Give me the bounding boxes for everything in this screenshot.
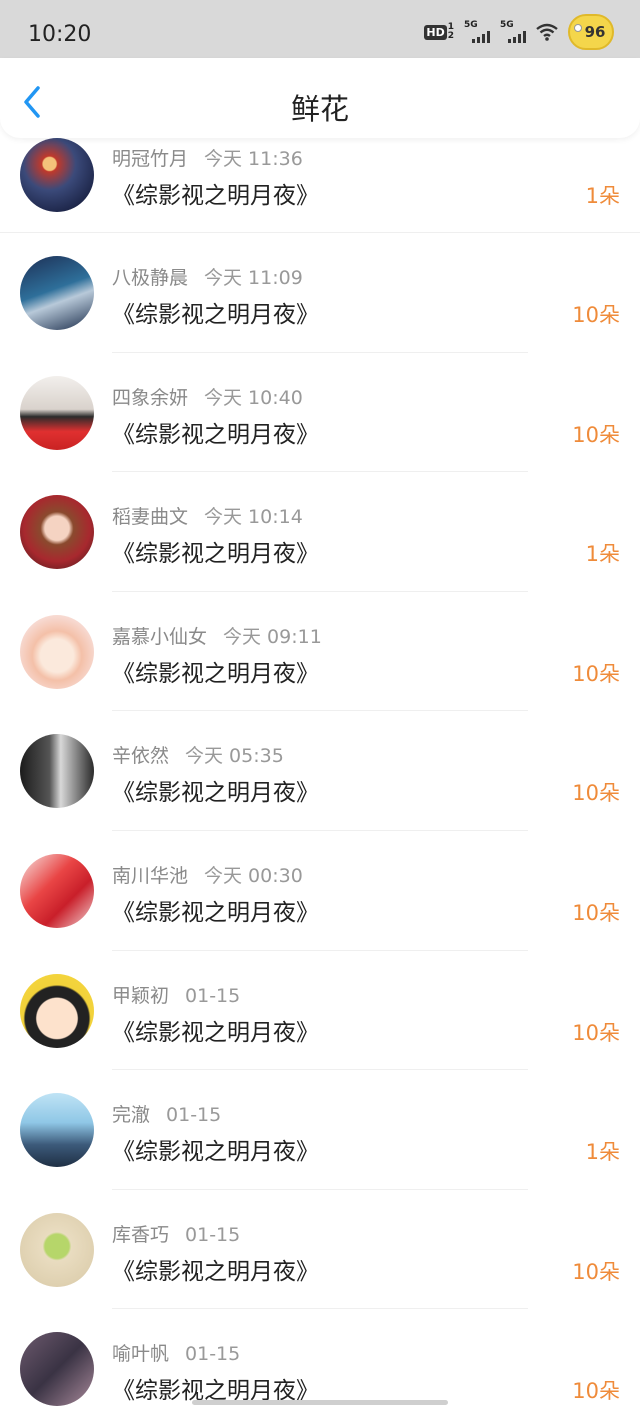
username: 四象余妍 <box>112 386 189 409</box>
signal-label-2: 5G <box>500 20 514 30</box>
username: 辛依然 <box>112 745 170 768</box>
hd-label: HD <box>424 24 447 40</box>
avatar[interactable] <box>20 853 94 928</box>
item-meta: 完澈 01-15 <box>112 1100 221 1127</box>
timestamp: 今天 10:40 <box>204 386 303 409</box>
hd-sub-bottom: 2 <box>447 31 454 41</box>
username: 南川华池 <box>112 864 189 887</box>
list-item[interactable]: 库香巧 01-15 《综影视之明月夜》 10朵 <box>0 1190 640 1310</box>
flower-count: 1朵 <box>585 1140 620 1165</box>
timestamp: 今天 00:30 <box>204 864 303 887</box>
timestamp: 今天 05:35 <box>185 745 284 768</box>
signal-icon-2: 5G <box>500 21 526 43</box>
wifi-icon <box>536 23 558 41</box>
item-meta: 稻妻曲文 今天 10:14 <box>112 502 303 529</box>
flower-count: 1朵 <box>585 184 620 208</box>
avatar[interactable] <box>20 1332 94 1407</box>
item-meta: 四象余妍 今天 10:40 <box>112 383 303 410</box>
username: 嘉慕小仙女 <box>112 625 208 648</box>
list-item[interactable]: 八极静晨 今天 11:09 《综影视之明月夜》 10朵 <box>0 233 640 353</box>
book-title: 《综影视之明月夜》 <box>112 1258 319 1285</box>
list-item[interactable]: 喻叶帆 01-15 《综影视之明月夜》 10朵 <box>0 1309 640 1408</box>
avatar[interactable] <box>20 973 94 1048</box>
signal-icon-1: 5G <box>464 21 490 43</box>
item-meta: 嘉慕小仙女 今天 09:11 <box>112 622 322 649</box>
home-indicator[interactable] <box>192 1400 448 1405</box>
book-title: 《综影视之明月夜》 <box>112 1139 319 1166</box>
item-meta: 南川华池 今天 00:30 <box>112 861 303 888</box>
book-title: 《综影视之明月夜》 <box>112 302 319 328</box>
item-meta: 八极静晨 今天 11:09 <box>112 263 303 290</box>
timestamp: 01-15 <box>185 1343 241 1366</box>
username: 库香巧 <box>112 1223 170 1246</box>
nav-bar: 鲜花 <box>0 58 640 138</box>
list-item[interactable]: 南川华池 今天 00:30 《综影视之明月夜》 10朵 <box>0 831 640 951</box>
flower-count: 10朵 <box>572 781 620 806</box>
timestamp: 01-15 <box>185 1223 241 1246</box>
item-meta: 辛依然 今天 05:35 <box>112 741 284 768</box>
item-meta: 明冠竹月 今天 11:36 <box>112 144 303 171</box>
username: 完澈 <box>112 1104 151 1127</box>
hd-voice-icon: HD 12 <box>424 23 454 41</box>
flower-list: 明冠竹月 今天 11:36 《综影视之明月夜》 1朵 八极静晨 今天 11:09 《… <box>0 130 640 1408</box>
timestamp: 今天 11:09 <box>204 267 303 289</box>
list-item[interactable]: 甲颖初 01-15 《综影视之明月夜》 10朵 <box>0 951 640 1071</box>
book-title: 《综影视之明月夜》 <box>112 899 319 926</box>
item-meta: 喻叶帆 01-15 <box>112 1339 240 1366</box>
item-meta: 甲颖初 01-15 <box>112 981 240 1008</box>
username: 八极静晨 <box>112 267 189 289</box>
list-item[interactable]: 完澈 01-15 《综影视之明月夜》 1朵 <box>0 1070 640 1190</box>
status-time: 10:20 <box>28 22 92 47</box>
list-item[interactable]: 辛依然 今天 05:35 《综影视之明月夜》 10朵 <box>0 711 640 831</box>
avatar[interactable] <box>20 256 94 330</box>
avatar[interactable] <box>20 138 94 212</box>
flower-count: 10朵 <box>572 1259 620 1284</box>
status-icons: HD 12 5G 5G 96 <box>424 12 614 52</box>
page-title: 鲜花 <box>290 92 349 126</box>
avatar[interactable] <box>20 734 94 809</box>
book-title: 《综影视之明月夜》 <box>112 421 319 448</box>
flower-count: 10朵 <box>572 1379 620 1404</box>
avatar[interactable] <box>20 614 94 689</box>
flower-count: 10朵 <box>572 303 620 327</box>
username: 喻叶帆 <box>112 1343 170 1366</box>
flower-count: 10朵 <box>572 900 620 925</box>
hd-sub: 12 <box>448 23 454 41</box>
avatar[interactable] <box>20 495 94 570</box>
username: 明冠竹月 <box>112 148 189 170</box>
username: 稻妻曲文 <box>112 506 189 529</box>
list-item[interactable]: 嘉慕小仙女 今天 09:11 《综影视之明月夜》 10朵 <box>0 592 640 712</box>
avatar[interactable] <box>20 375 94 450</box>
flower-count: 10朵 <box>572 1020 620 1045</box>
timestamp: 01-15 <box>185 984 241 1007</box>
flower-count: 10朵 <box>572 661 620 686</box>
timestamp: 01-15 <box>166 1104 222 1127</box>
book-title: 《综影视之明月夜》 <box>112 183 319 209</box>
flower-count: 10朵 <box>572 422 620 447</box>
signal-label-1: 5G <box>464 20 478 30</box>
username: 甲颖初 <box>112 984 170 1007</box>
book-title: 《综影视之明月夜》 <box>112 660 319 687</box>
list-item[interactable]: 四象余妍 今天 10:40 《综影视之明月夜》 10朵 <box>0 353 640 473</box>
timestamp: 今天 11:36 <box>204 148 303 170</box>
list-item[interactable]: 明冠竹月 今天 11:36 《综影视之明月夜》 1朵 <box>0 130 640 233</box>
book-title: 《综影视之明月夜》 <box>112 1019 319 1046</box>
book-title: 《综影视之明月夜》 <box>112 541 319 568</box>
item-meta: 库香巧 01-15 <box>112 1220 240 1247</box>
timestamp: 今天 10:14 <box>204 506 303 529</box>
battery-icon: 96 <box>568 14 614 50</box>
status-bar: 10:20 HD 12 5G 5G 96 <box>0 0 640 58</box>
book-title: 《综影视之明月夜》 <box>112 780 319 807</box>
timestamp: 今天 09:11 <box>223 625 322 648</box>
flower-count: 1朵 <box>585 542 620 567</box>
avatar[interactable] <box>20 1212 94 1287</box>
avatar[interactable] <box>20 1093 94 1168</box>
list-item[interactable]: 稻妻曲文 今天 10:14 《综影视之明月夜》 1朵 <box>0 472 640 592</box>
battery-level: 96 <box>584 23 606 41</box>
